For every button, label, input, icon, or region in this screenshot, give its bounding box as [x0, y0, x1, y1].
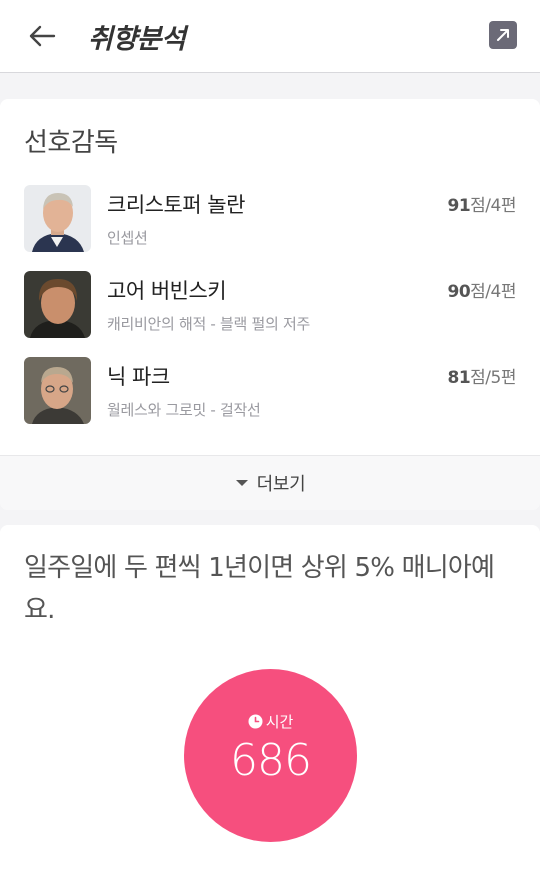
director-works: 캐리비안의 해적 - 블랙 펄의 저주: [107, 315, 310, 333]
time-label-row: 시간: [184, 711, 357, 732]
director-row[interactable]: 크리스토퍼 놀란 인셉션 91점/4편: [0, 185, 540, 265]
external-link-icon: [497, 29, 509, 41]
director-name: 크리스토퍼 놀란: [107, 193, 245, 217]
director-works: 인셉션: [107, 229, 148, 247]
director-score: 90점/4편: [448, 277, 517, 302]
director-works: 월레스와 그로밋 - 걸작선: [107, 401, 261, 419]
score-value: 91: [447, 196, 471, 216]
time-value: 686: [230, 735, 312, 786]
back-button[interactable]: [20, 14, 64, 58]
score-value: 90: [447, 282, 471, 302]
time-label: 시간: [265, 713, 294, 731]
director-score: 91점/4편: [448, 191, 517, 216]
score-suffix: 점/5편: [470, 368, 516, 388]
app-header: 취향분석: [0, 0, 540, 73]
director-avatar: [24, 357, 91, 424]
director-name: 고어 버빈스키: [107, 279, 227, 303]
director-avatar: [24, 271, 91, 338]
clock-icon: [248, 714, 263, 729]
score-suffix: 점/4편: [470, 196, 516, 216]
page-title: 취향분석: [88, 24, 186, 55]
time-circle: 시간 686: [184, 669, 357, 842]
viewing-stats-card: 일주일에 두 편씩 1년이면 상위 5% 매니아예요. 시간 686: [0, 525, 540, 885]
share-button[interactable]: [489, 21, 517, 49]
stats-headline: 일주일에 두 편씩 1년이면 상위 5% 매니아예요.: [24, 553, 495, 625]
score-suffix: 점/4편: [470, 282, 516, 302]
arrow-left-icon: [29, 25, 56, 47]
preferred-directors-card: 선호감독 크리스토퍼 놀란 인셉션 91점/4편 고어 버빈스키 캐리비안의 해…: [0, 99, 540, 510]
caret-down-icon: [235, 480, 248, 486]
more-label: 더보기: [256, 474, 306, 495]
score-value: 81: [447, 368, 471, 388]
more-button[interactable]: 더보기: [0, 455, 540, 510]
director-row[interactable]: 닉 파크 월레스와 그로밋 - 걸작선 81점/5편: [0, 357, 540, 437]
director-name: 닉 파크: [107, 365, 170, 389]
director-row[interactable]: 고어 버빈스키 캐리비안의 해적 - 블랙 펄의 저주 90점/4편: [0, 271, 540, 351]
section-title: 선호감독: [24, 128, 118, 158]
director-score: 81점/5편: [448, 363, 517, 388]
director-avatar: [24, 185, 91, 252]
